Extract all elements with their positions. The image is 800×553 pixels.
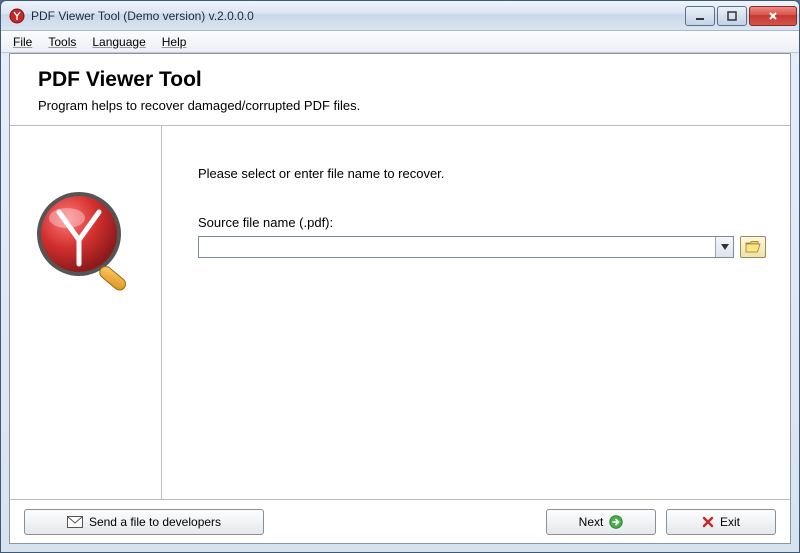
next-label: Next [579, 515, 604, 529]
source-file-row [198, 236, 766, 258]
body: Please select or enter file name to reco… [10, 126, 790, 499]
app-window: PDF Viewer Tool (Demo version) v.2.0.0.0… [0, 0, 800, 553]
menu-tools[interactable]: Tools [40, 33, 84, 51]
titlebar[interactable]: PDF Viewer Tool (Demo version) v.2.0.0.0 [1, 1, 799, 31]
exit-button[interactable]: Exit [666, 509, 776, 535]
instruction-text: Please select or enter file name to reco… [198, 166, 766, 181]
menu-help[interactable]: Help [154, 33, 195, 51]
menu-file[interactable]: File [5, 33, 40, 51]
window-title: PDF Viewer Tool (Demo version) v.2.0.0.0 [31, 9, 685, 23]
minimize-button[interactable] [685, 6, 715, 26]
close-button[interactable] [749, 6, 797, 26]
window-controls [685, 6, 797, 26]
source-file-input[interactable] [199, 237, 715, 257]
pdf-magnifier-icon [31, 186, 141, 306]
next-button[interactable]: Next [546, 509, 656, 535]
close-x-icon [702, 516, 714, 528]
folder-open-icon [745, 240, 761, 254]
page-title: PDF Viewer Tool [38, 68, 770, 92]
side-panel [10, 126, 162, 499]
envelope-icon [67, 516, 83, 528]
app-icon [9, 8, 25, 24]
menubar: File Tools Language Help [1, 31, 799, 53]
source-file-combo[interactable] [198, 236, 734, 258]
source-file-label: Source file name (.pdf): [198, 215, 766, 230]
menu-language[interactable]: Language [84, 33, 153, 51]
browse-button[interactable] [740, 236, 766, 258]
maximize-button[interactable] [717, 6, 747, 26]
send-to-developers-button[interactable]: Send a file to developers [24, 509, 264, 535]
arrow-right-icon [609, 515, 623, 529]
client-area: PDF Viewer Tool Program helps to recover… [9, 53, 791, 544]
page-header: PDF Viewer Tool Program helps to recover… [10, 54, 790, 126]
main-panel: Please select or enter file name to reco… [162, 126, 790, 499]
page-subtitle: Program helps to recover damaged/corrupt… [38, 98, 770, 113]
exit-label: Exit [720, 515, 740, 529]
send-label: Send a file to developers [89, 515, 221, 529]
combo-dropdown-button[interactable] [715, 237, 733, 257]
footer: Send a file to developers Next Exit [10, 499, 790, 543]
